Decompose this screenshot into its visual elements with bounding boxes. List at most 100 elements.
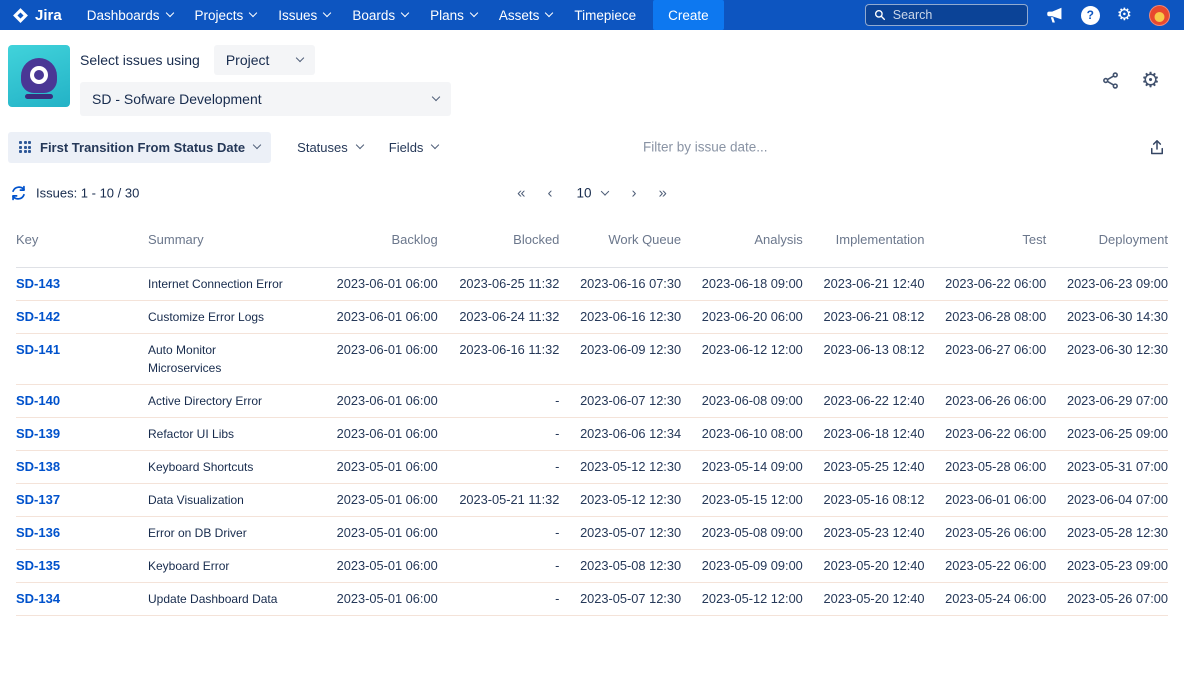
transition-date-cell: 2023-06-30 12:30 bbox=[1066, 342, 1168, 357]
primary-nav: Dashboards Projects Issues Boards Plans Asset… bbox=[76, 0, 647, 30]
table-row: SD-143 Internet Connection Error 2023-06-0… bbox=[16, 268, 1168, 301]
project-select[interactable]: SD - Sofware Development bbox=[80, 82, 451, 116]
issue-key-link[interactable]: SD-141 bbox=[16, 342, 60, 357]
page-size-select[interactable]: 10 bbox=[576, 185, 609, 201]
column-mode-dropdown[interactable]: First Transition From Status Date bbox=[8, 131, 272, 163]
last-page-button[interactable]: » bbox=[659, 185, 667, 202]
issue-summary: Customize Error Logs bbox=[148, 310, 265, 324]
next-page-button[interactable]: › bbox=[632, 185, 637, 202]
issue-key-link[interactable]: SD-139 bbox=[16, 426, 60, 441]
jira-home-link[interactable]: Jira bbox=[12, 7, 62, 24]
chevron-down-icon bbox=[252, 140, 262, 150]
issue-key-link[interactable]: SD-143 bbox=[16, 276, 60, 291]
jira-logo-icon bbox=[12, 7, 29, 24]
issue-key-link[interactable]: SD-134 bbox=[16, 591, 60, 606]
prev-page-button[interactable]: ‹ bbox=[547, 185, 552, 202]
transition-date-cell: 2023-05-21 11:32 bbox=[459, 492, 560, 507]
chevron-down-icon bbox=[400, 8, 410, 18]
user-avatar[interactable] bbox=[1149, 4, 1170, 26]
column-header-test: Test bbox=[1022, 232, 1047, 247]
transition-date-cell: 2023-06-01 06:00 bbox=[336, 393, 438, 408]
transition-date-cell: 2023-06-22 06:00 bbox=[945, 276, 1047, 291]
nav-item-plans[interactable]: Plans bbox=[419, 0, 488, 30]
transition-date-cell: 2023-05-08 12:30 bbox=[580, 558, 682, 573]
chevron-down-icon bbox=[165, 8, 174, 18]
transition-date-cell: 2023-06-30 14:30 bbox=[1066, 309, 1168, 324]
export-icon bbox=[1148, 138, 1166, 157]
nav-item-assets[interactable]: Assets bbox=[488, 0, 564, 30]
gadget-settings-button[interactable]: ⚙ bbox=[1141, 70, 1160, 91]
report-toolbar: First Transition From Status Date Status… bbox=[0, 128, 1184, 166]
table-row: SD-141 Auto Monitor Microservices 2023-06-… bbox=[16, 334, 1168, 385]
nav-item-label: Issues bbox=[278, 7, 318, 23]
issue-summary: Data Visualization bbox=[148, 493, 244, 507]
transition-date-cell: 2023-06-18 09:00 bbox=[701, 276, 803, 291]
transition-date-cell: - bbox=[555, 525, 560, 540]
issue-summary: Keyboard Shortcuts bbox=[148, 460, 254, 474]
settings-button[interactable]: ⚙ bbox=[1117, 6, 1132, 24]
nav-item-boards[interactable]: Boards bbox=[341, 0, 419, 30]
chevron-down-icon bbox=[431, 92, 441, 102]
nav-item-issues[interactable]: Issues bbox=[267, 0, 341, 30]
transition-date-cell: 2023-05-01 06:00 bbox=[336, 459, 438, 474]
issue-key-link[interactable]: SD-140 bbox=[16, 393, 60, 408]
nav-item-projects[interactable]: Projects bbox=[184, 0, 268, 30]
transition-date-cell: 2023-06-04 07:00 bbox=[1066, 492, 1168, 507]
page-size-value: 10 bbox=[576, 185, 592, 201]
issue-key-cell: SD-140 bbox=[16, 385, 148, 418]
select-issues-label: Select issues using bbox=[80, 52, 200, 68]
issue-key-link[interactable]: SD-138 bbox=[16, 459, 60, 474]
issue-key-link[interactable]: SD-136 bbox=[16, 525, 60, 540]
issue-source-fields: Select issues using Project SD - Sofware… bbox=[80, 45, 451, 116]
transition-date-cell: 2023-06-21 12:40 bbox=[823, 276, 925, 291]
megaphone-icon bbox=[1045, 7, 1064, 24]
transition-date-cell: 2023-06-25 09:00 bbox=[1066, 426, 1168, 441]
issue-key-cell: SD-139 bbox=[16, 418, 148, 451]
transition-date-cell: - bbox=[555, 558, 560, 573]
transition-date-cell: 2023-06-07 12:30 bbox=[580, 393, 682, 408]
create-button[interactable]: Create bbox=[653, 0, 724, 30]
transition-date-cell: 2023-05-25 12:40 bbox=[823, 459, 925, 474]
issue-key-cell: SD-143 bbox=[16, 268, 148, 301]
issue-source-select[interactable]: Project bbox=[213, 45, 316, 75]
issue-key-cell: SD-138 bbox=[16, 451, 148, 484]
issue-key-cell: SD-134 bbox=[16, 583, 148, 616]
gadget-header: Select issues using Project SD - Sofware… bbox=[0, 30, 1184, 128]
transition-date-cell: 2023-06-16 11:32 bbox=[459, 342, 560, 357]
transition-date-cell: 2023-06-24 11:32 bbox=[459, 309, 560, 324]
issues-table: Key Summary Backlog Blocked Work Queue Analys… bbox=[16, 214, 1168, 616]
transition-date-cell: 2023-06-29 07:00 bbox=[1066, 393, 1168, 408]
issue-key-cell: SD-142 bbox=[16, 301, 148, 334]
issue-summary: Error on DB Driver bbox=[148, 526, 247, 540]
statuses-label: Statuses bbox=[297, 139, 348, 155]
search-input[interactable] bbox=[892, 8, 1008, 22]
transition-date-cell: 2023-05-31 07:00 bbox=[1066, 459, 1168, 474]
nav-item-label: Dashboards bbox=[86, 7, 160, 23]
issue-key-cell: SD-135 bbox=[16, 550, 148, 583]
nav-item-label: Plans bbox=[430, 7, 464, 23]
help-button[interactable]: ? bbox=[1080, 5, 1100, 25]
issue-key-link[interactable]: SD-142 bbox=[16, 309, 60, 324]
fields-dropdown[interactable]: Fields bbox=[389, 140, 440, 155]
table-row: SD-137 Data Visualization 2023-05-01 06:00… bbox=[16, 484, 1168, 517]
transition-date-cell: 2023-06-12 12:00 bbox=[701, 342, 803, 357]
nav-item-dashboards[interactable]: Dashboards bbox=[76, 0, 184, 30]
announcements-button[interactable] bbox=[1045, 7, 1064, 24]
pagination-controls: « ‹ 10 › » bbox=[0, 185, 1184, 202]
nav-item-timepiece[interactable]: Timepiece bbox=[563, 0, 647, 30]
statuses-dropdown[interactable]: Statuses bbox=[297, 139, 364, 155]
issue-key-link[interactable]: SD-135 bbox=[16, 558, 60, 573]
issue-date-filter[interactable]: Filter by issue date... bbox=[643, 140, 768, 155]
table-row: SD-136 Error on DB Driver 2023-05-01 06:00… bbox=[16, 517, 1168, 550]
nav-search[interactable] bbox=[864, 4, 1028, 26]
transition-date-cell: 2023-05-20 12:40 bbox=[823, 558, 925, 573]
transition-date-cell: 2023-05-23 09:00 bbox=[1066, 558, 1168, 573]
export-button[interactable] bbox=[1148, 138, 1166, 157]
column-header-blocked: Blocked bbox=[513, 232, 560, 247]
share-button[interactable] bbox=[1101, 71, 1120, 90]
project-value: SD - Sofware Development bbox=[92, 91, 262, 107]
transition-date-cell: 2023-06-26 06:00 bbox=[945, 393, 1047, 408]
issue-key-link[interactable]: SD-137 bbox=[16, 492, 60, 507]
table-row: SD-140 Active Directory Error 2023-06-01 0… bbox=[16, 385, 1168, 418]
first-page-button[interactable]: « bbox=[517, 185, 525, 202]
